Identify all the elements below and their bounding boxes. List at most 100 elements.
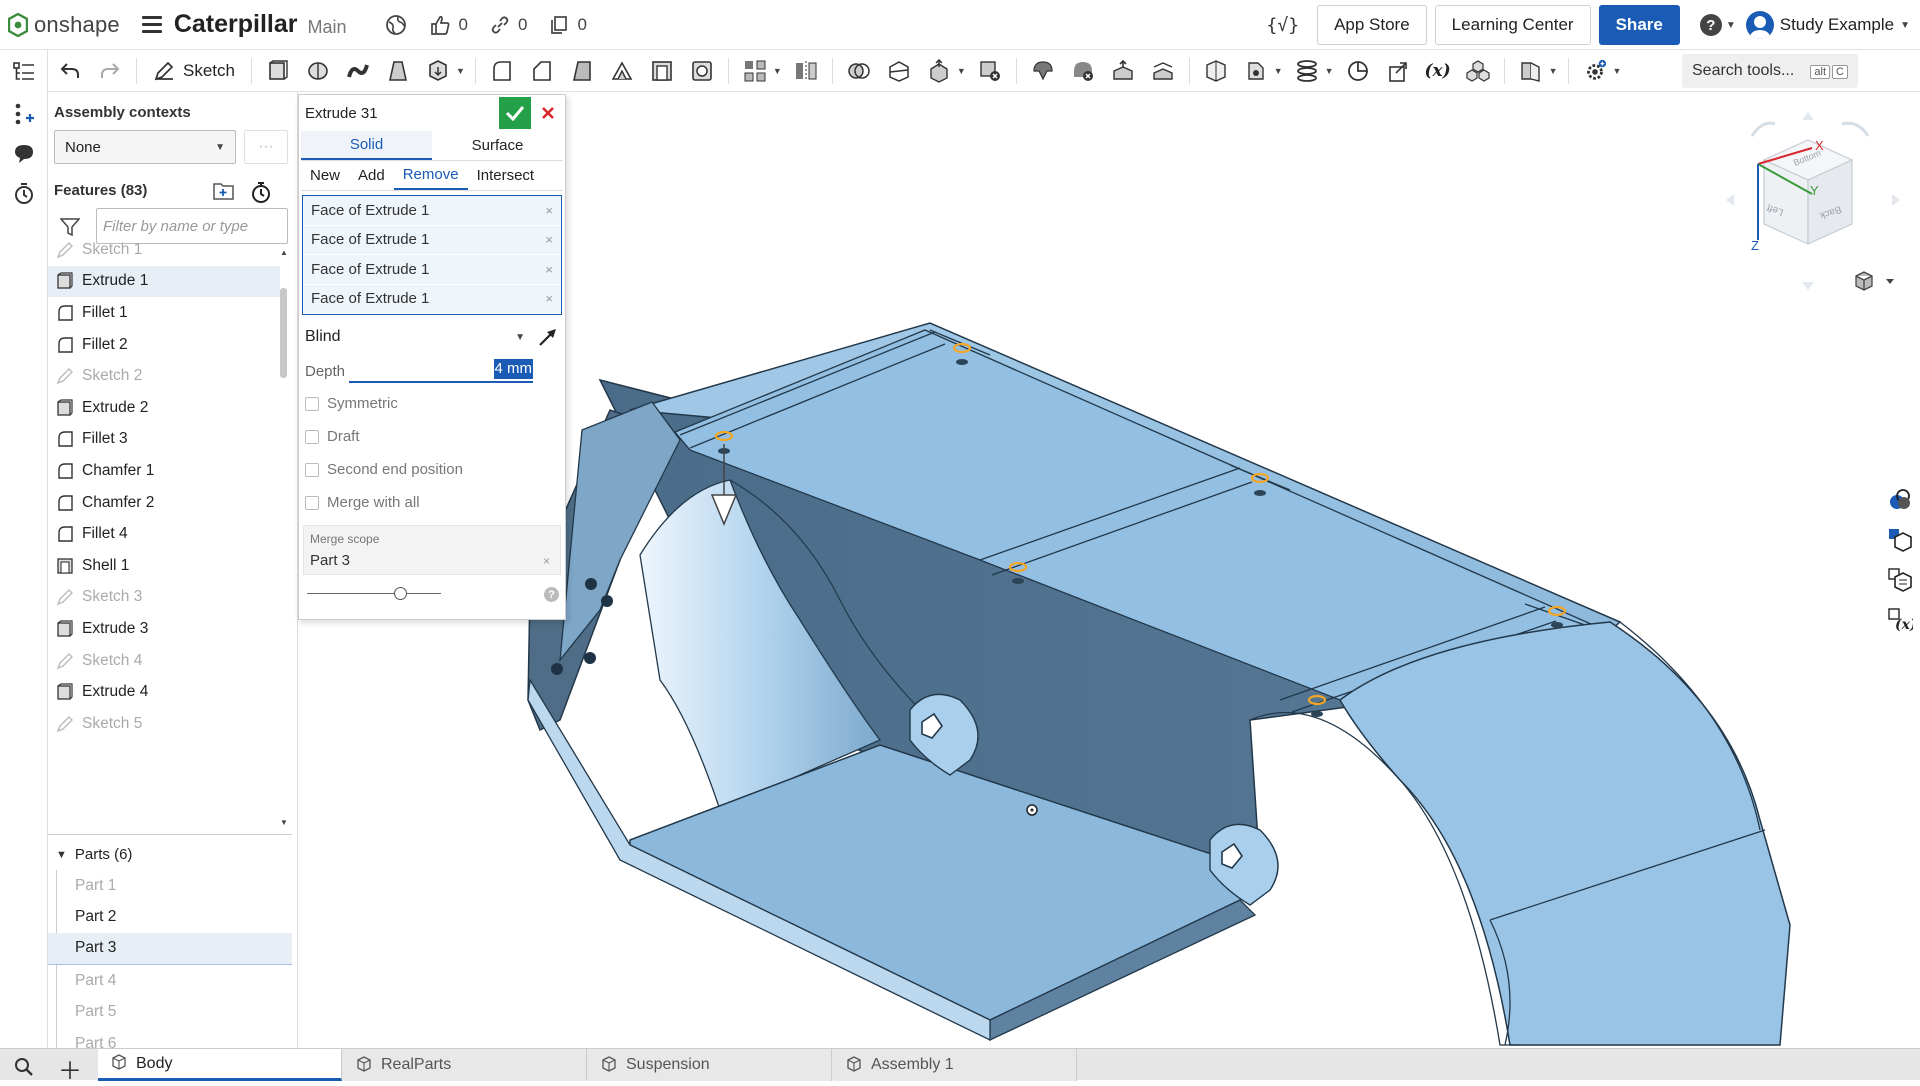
plane-tool[interactable] [1204, 59, 1228, 83]
appearance-panel-button[interactable] [1882, 482, 1918, 518]
assembly-context-select[interactable]: None ▼ [54, 130, 236, 164]
op-new[interactable]: New [301, 161, 349, 190]
feature-item[interactable]: Fillet 1 [48, 297, 280, 329]
custom-features-tool[interactable] [1583, 59, 1607, 83]
delete-face-tool[interactable] [1071, 59, 1095, 83]
fillet-tool[interactable] [490, 59, 514, 83]
depth-input[interactable]: 4 mm [349, 359, 533, 383]
draft-checkbox[interactable] [305, 429, 319, 444]
assembly-context-more-button[interactable]: ··· [244, 130, 288, 164]
feature-item[interactable]: Extrude 2 [48, 392, 280, 424]
feature-item[interactable]: Sketch 3 [48, 582, 280, 614]
op-remove[interactable]: Remove [393, 161, 468, 190]
user-menu[interactable]: Study Example ▼ [1745, 11, 1910, 39]
help-menu[interactable]: ? ▼ [1699, 14, 1736, 36]
feature-item[interactable]: Sketch 2 [48, 360, 280, 392]
symmetric-option[interactable]: Symmetric [299, 387, 565, 420]
insert-mate-connector[interactable] [12, 102, 36, 126]
onshape-logo[interactable]: onshape [8, 12, 120, 38]
remove-scope-icon[interactable]: × [543, 554, 550, 568]
variables-button[interactable]: {√} [1267, 15, 1300, 36]
like-counter[interactable]: 0 [429, 14, 468, 36]
view-cube-nav-down[interactable] [1802, 282, 1814, 290]
feature-item[interactable]: Shell 1 [48, 550, 280, 582]
help-icon[interactable]: ? [544, 587, 559, 602]
loft-tool[interactable] [386, 59, 410, 83]
redo-button[interactable] [98, 59, 122, 83]
feature-item[interactable]: Chamfer 1 [48, 455, 280, 487]
add-folder-button[interactable] [212, 180, 236, 207]
tab-body[interactable]: Body [98, 1049, 342, 1081]
part-item[interactable]: Part 2 [48, 902, 292, 934]
selected-face-item[interactable]: Face of Extrude 1 × [303, 255, 561, 285]
merge-all-checkbox[interactable] [305, 495, 319, 510]
measure-tool[interactable] [1346, 59, 1370, 83]
draft-option[interactable]: Draft [299, 420, 565, 453]
feature-item[interactable]: Fillet 3 [48, 424, 280, 456]
move-face-tool[interactable] [1111, 59, 1135, 83]
comments-toggle[interactable] [12, 142, 36, 166]
second-end-option[interactable]: Second end position [299, 453, 565, 486]
tab-realparts[interactable]: RealParts [343, 1049, 587, 1081]
revolve-tool[interactable] [306, 59, 330, 83]
configuration-tool[interactable] [1465, 59, 1490, 83]
scroll-up-icon[interactable]: ▲ [280, 248, 288, 258]
part-item[interactable]: Part 5 [48, 996, 292, 1028]
op-intersect[interactable]: Intersect [468, 161, 544, 190]
tab-manager-button[interactable] [12, 1055, 36, 1082]
symmetric-checkbox[interactable] [305, 396, 319, 411]
tab-assembly-1[interactable]: Assembly 1 [833, 1049, 1077, 1081]
transform-tool[interactable] [927, 58, 951, 83]
thicken-tool[interactable] [426, 59, 450, 83]
copy-counter[interactable]: 0 [549, 15, 587, 35]
selected-face-item[interactable]: Face of Extrude 1 × [303, 285, 561, 314]
end-type-select[interactable]: Blind ▼ [299, 319, 565, 355]
delete-part-tool[interactable] [978, 59, 1002, 83]
feature-item[interactable]: Fillet 2 [48, 329, 280, 361]
feature-item[interactable]: Sketch 5 [48, 708, 280, 740]
sweep-tool[interactable] [346, 59, 370, 83]
feature-list-scrollbar[interactable]: ▲ ▼ [278, 248, 290, 830]
rib-tool[interactable] [610, 59, 634, 83]
chevron-down-icon[interactable]: ▼ [1549, 66, 1558, 76]
feature-item[interactable]: Sketch 1 [48, 234, 280, 266]
feature-item[interactable]: Extrude 4 [48, 676, 280, 708]
chevron-down-icon[interactable]: ▼ [1325, 66, 1334, 76]
app-store-button[interactable]: App Store [1317, 5, 1427, 45]
slider-knob[interactable] [394, 587, 407, 600]
pattern-tool[interactable] [743, 59, 767, 83]
remove-face-icon[interactable]: × [545, 203, 553, 218]
tab-surface[interactable]: Surface [432, 131, 563, 160]
view-cube-nav-up[interactable] [1802, 112, 1814, 120]
display-mode-button[interactable] [1855, 271, 1894, 291]
share-button[interactable]: Share [1598, 5, 1680, 45]
caterpillar-body-model[interactable] [527, 322, 1791, 1046]
dialog-title[interactable]: Extrude 31 [305, 105, 378, 122]
extrude-tool[interactable] [266, 59, 290, 83]
shell-tool[interactable] [650, 59, 674, 83]
view-cube-nav-right[interactable] [1892, 194, 1900, 206]
feature-item[interactable]: Chamfer 2 [48, 487, 280, 519]
variables-panel-button[interactable]: (x) [1882, 602, 1918, 638]
scroll-down-icon[interactable]: ▼ [280, 818, 288, 828]
configurations-panel-button[interactable] [1882, 522, 1918, 558]
split-tool[interactable] [887, 59, 911, 83]
replace-face-tool[interactable] [1151, 59, 1175, 83]
scrollbar-thumb[interactable] [280, 288, 287, 378]
mirror-tool[interactable] [794, 59, 818, 83]
faces-selection-list[interactable]: Face of Extrude 1 × Face of Extrude 1 × Face… [302, 195, 562, 315]
selected-face-item[interactable]: Face of Extrude 1 × [303, 226, 561, 255]
chevron-down-icon[interactable]: ▼ [957, 66, 966, 76]
feature-item[interactable]: Sketch 4 [48, 645, 280, 677]
document-branch[interactable]: Main [307, 17, 346, 38]
direction-flip-icon[interactable] [537, 326, 559, 348]
mate-connector-tool[interactable] [1244, 59, 1268, 83]
chamfer-tool[interactable] [530, 59, 554, 83]
op-add[interactable]: Add [349, 161, 394, 190]
rollback-timer-button[interactable] [250, 180, 272, 209]
link-counter[interactable]: 0 [490, 15, 527, 35]
part-item[interactable]: Part 1 [48, 870, 292, 902]
remove-face-icon[interactable]: × [545, 232, 553, 247]
tab-solid[interactable]: Solid [301, 131, 432, 160]
modify-fillet-tool[interactable] [1031, 59, 1055, 83]
